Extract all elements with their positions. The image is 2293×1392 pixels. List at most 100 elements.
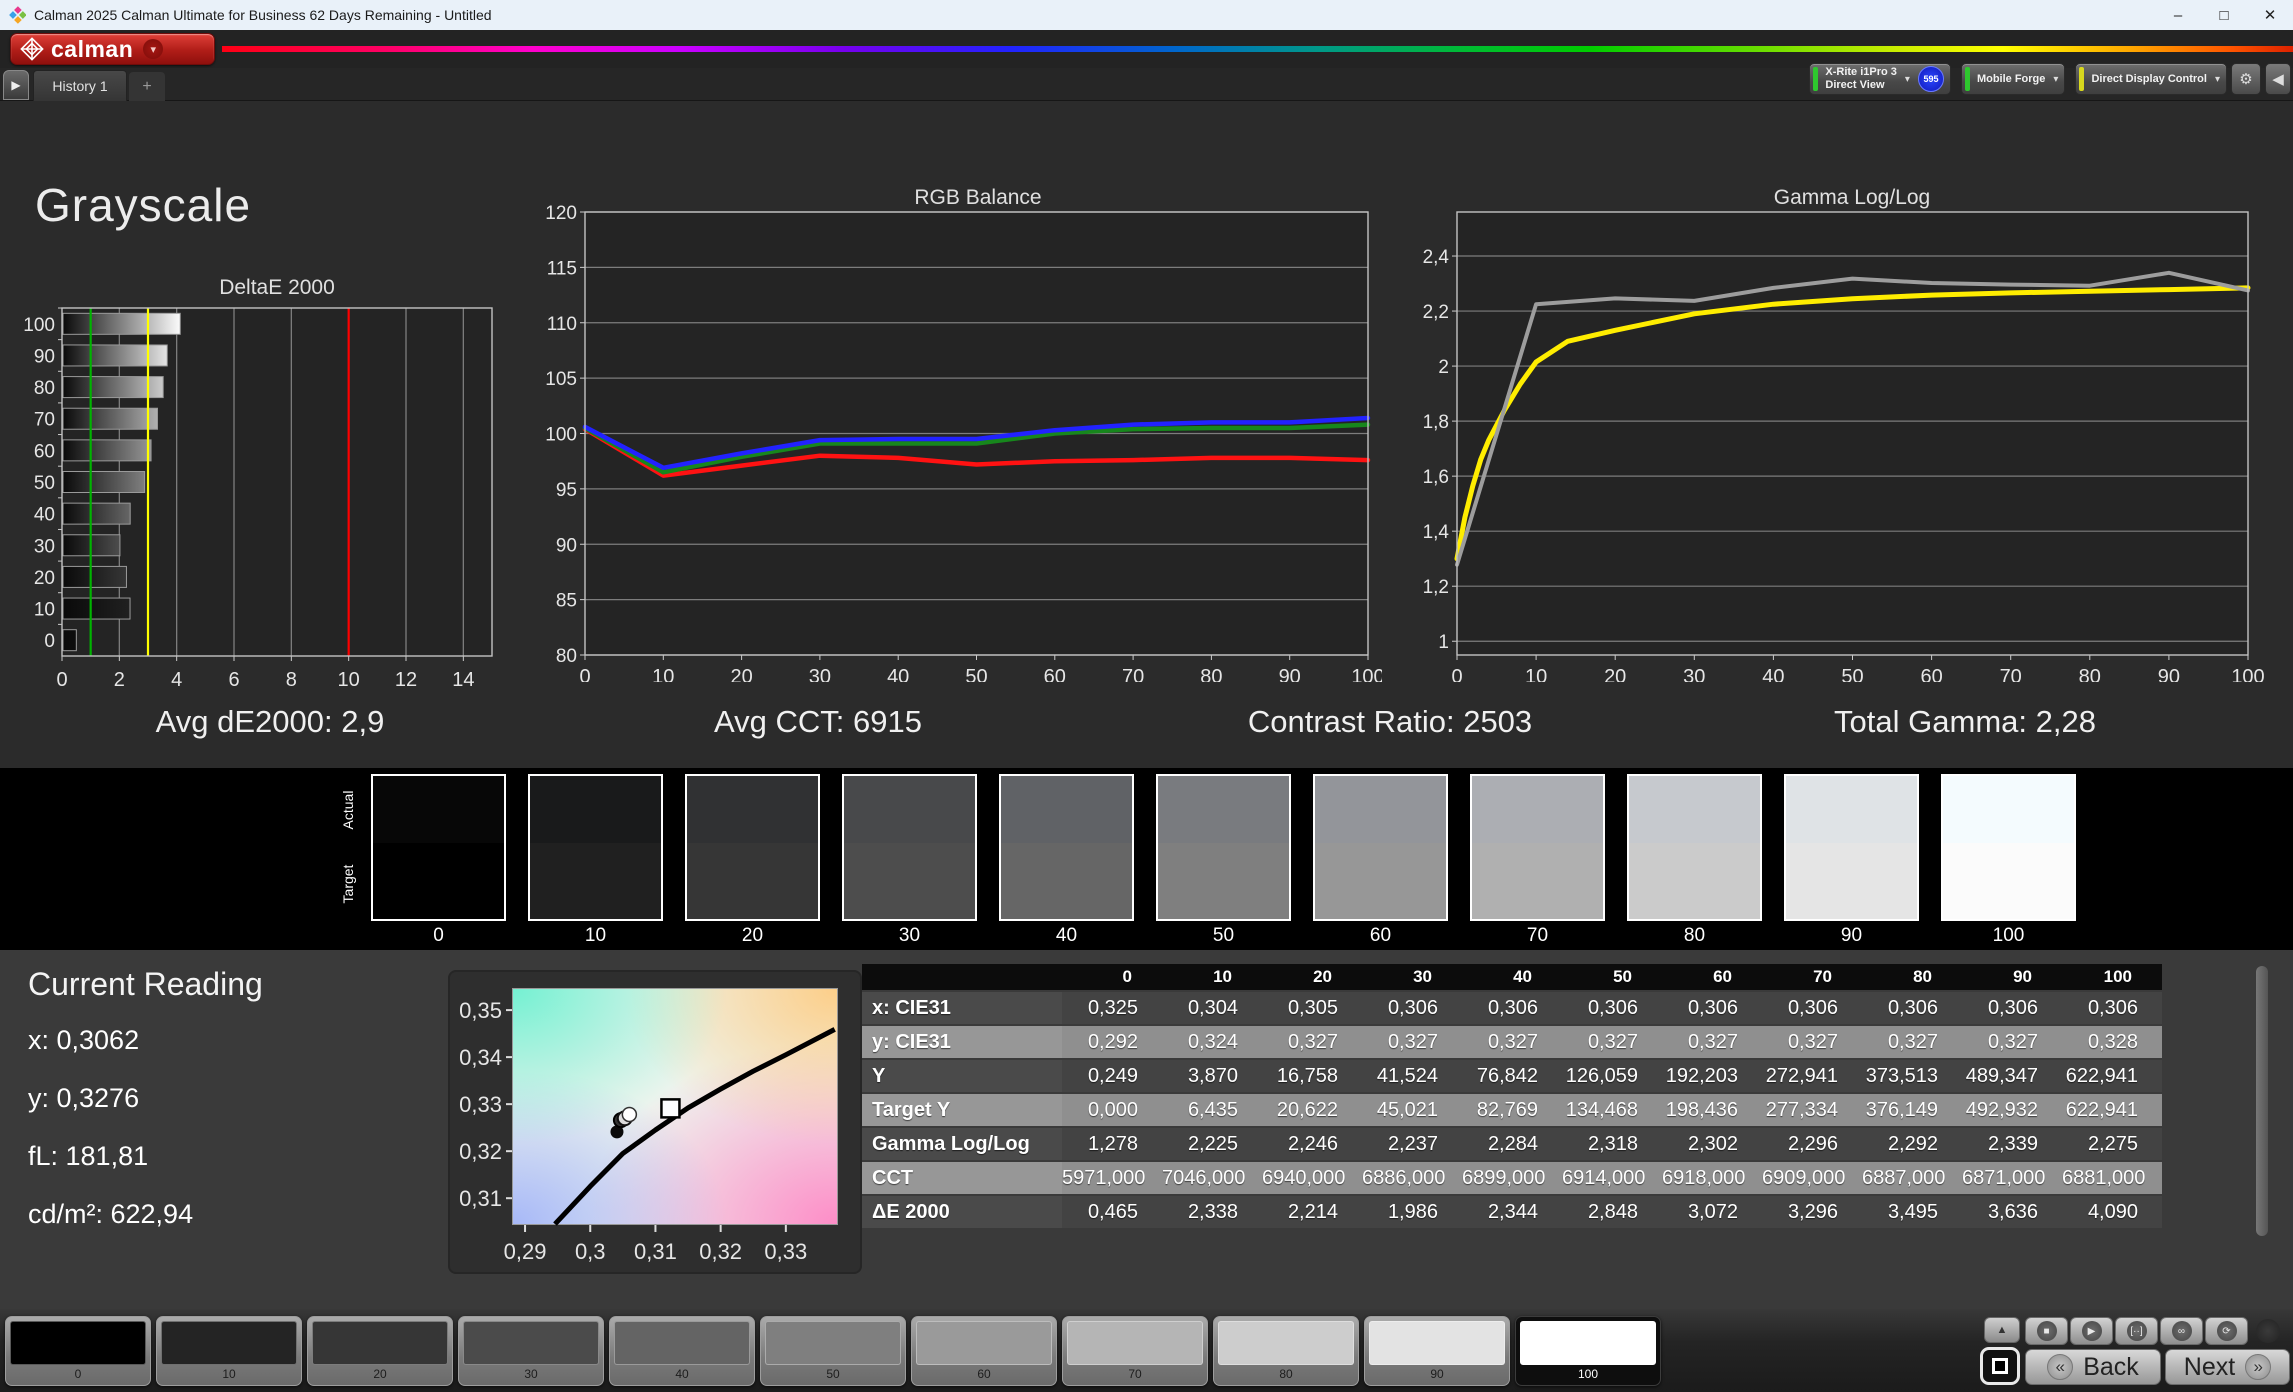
table-cell: 41,524 [1362,1060,1462,1092]
pattern-patch-30[interactable]: 30 [458,1316,604,1386]
pattern-patch-0[interactable]: 0 [5,1316,151,1386]
settings-gear-button[interactable]: ⚙ [2231,63,2261,95]
add-tab-button[interactable]: + [129,72,165,101]
stop-button[interactable]: ■ [2025,1317,2068,1345]
table-scrollbar[interactable] [2256,966,2268,1236]
table-cell: 277,334 [1762,1094,1862,1126]
refresh-button[interactable]: ⟳ [2205,1317,2248,1345]
svg-text:40: 40 [887,666,909,682]
table-cell: 6871,000 [1962,1162,2062,1194]
cie-chart-panel: 0,310,320,330,340,350,290,30,310,320,33 [450,972,860,1272]
pattern-patch-20[interactable]: 20 [307,1316,453,1386]
table-cell: 6,435 [1162,1094,1262,1126]
table-cell: 2,338 [1162,1196,1262,1228]
reading-section: Current Reading x: 0,3062 y: 0,3276 fL: … [0,950,2293,1309]
window-titlebar: Calman 2025 Calman Ultimate for Business… [0,0,2293,30]
pattern-window-button[interactable] [1980,1347,2020,1385]
grayscale-swatch-60: 60 [1313,774,1448,947]
rainbow-spectrum-bar [222,46,2293,52]
svg-text:20: 20 [1604,666,1626,682]
table-cell: 0,327 [1662,1026,1762,1058]
table-cell: 0,306 [1562,992,1662,1024]
minimize-button[interactable]: – [2155,0,2201,30]
table-cell: 2,848 [1562,1196,1662,1228]
pattern-patch-10[interactable]: 10 [156,1316,302,1386]
chevron-down-icon: ▾ [2215,74,2220,85]
table-cell: 0,465 [1062,1196,1162,1228]
table-cell: 6914,000 [1562,1162,1662,1194]
table-cell: 0,292 [1062,1026,1162,1058]
tab-history-1[interactable]: History 1 [33,70,127,101]
row-label: x: CIE31 [862,992,1062,1024]
pattern-patch-100[interactable]: 100 [1515,1316,1661,1386]
table-cell: 0,306 [1862,992,1962,1024]
table-cell: 20,622 [1262,1094,1362,1126]
calman-diamond-icon [19,37,45,61]
play-button[interactable]: ▶ [2070,1317,2113,1345]
grayscale-swatch-50: 50 [1156,774,1291,947]
pattern-patch-70[interactable]: 70 [1062,1316,1208,1386]
svg-text:2,2: 2,2 [1423,302,1449,323]
next-button[interactable]: Next » [2165,1349,2290,1385]
grayscale-swatch-70: 70 [1470,774,1605,947]
svg-text:60: 60 [1044,666,1066,682]
column-header-30: 30 [1362,964,1462,990]
meter-dropdown-xrite[interactable]: X-Rite i1Pro 3 Direct View ▾ 595 [1809,63,1951,95]
svg-text:100: 100 [1351,666,1382,682]
table-cell: 4,090 [2062,1196,2162,1228]
svg-text:0,33: 0,33 [764,1239,807,1264]
back-button[interactable]: « Back [2025,1349,2161,1385]
pattern-patch-90[interactable]: 90 [1364,1316,1510,1386]
table-cell: 1,278 [1062,1128,1162,1160]
table-cell: 2,214 [1262,1196,1362,1228]
table-cell: 0,324 [1162,1026,1262,1058]
table-cell: 0,305 [1262,992,1362,1024]
page-title: Grayscale [35,178,251,232]
grayscale-swatch-strip: Actual Target 0102030405060708090100 [0,768,2293,950]
table-cell: 0,249 [1062,1060,1162,1092]
pattern-patch-60[interactable]: 60 [911,1316,1057,1386]
table-cell: 2,246 [1262,1128,1362,1160]
pattern-patch-80[interactable]: 80 [1213,1316,1359,1386]
collapse-panel-button[interactable]: ◀ [2265,63,2291,95]
table-row: y: CIE310,2920,3240,3270,3270,3270,3270,… [862,1026,2162,1058]
pattern-patch-50[interactable]: 50 [760,1316,906,1386]
svg-text:30: 30 [809,666,831,682]
meter-count-badge[interactable]: 595 [1918,66,1944,92]
svg-text:115: 115 [547,258,577,279]
table-cell: 0,306 [1662,992,1762,1024]
svg-text:50: 50 [1841,666,1863,682]
column-header-60: 60 [1662,964,1762,990]
expand-pattern-options-button[interactable]: ▲ [1984,1317,2020,1343]
meter-dropdown-mobile-forge[interactable]: Mobile Forge ▾ [1961,63,2065,95]
svg-text:70: 70 [34,410,55,431]
column-header-80: 80 [1862,964,1962,990]
svg-text:10: 10 [34,600,55,621]
table-cell: 6881,000 [2062,1162,2162,1194]
pattern-patch-40[interactable]: 40 [609,1316,755,1386]
read-series-button[interactable]: [··] [2115,1317,2158,1345]
meter-status-strip [1965,67,1970,91]
current-reading-heading: Current Reading [28,966,448,1003]
table-cell: 0,327 [1262,1026,1362,1058]
table-cell: 6909,000 [1762,1162,1862,1194]
swatch-row: 0102030405060708090100 [371,774,2076,947]
svg-text:70: 70 [2000,666,2022,682]
table-cell: 622,941 [2062,1094,2162,1126]
calman-menu-button[interactable]: calman ▾ [10,33,215,65]
refresh-icon: ⟳ [2217,1321,2237,1341]
maximize-button[interactable]: □ [2201,0,2247,30]
grayscale-swatch-40: 40 [999,774,1134,947]
measurement-table: 0102030405060708090100x: CIE310,3250,304… [862,962,2162,1230]
meter-dropdown-direct-display[interactable]: Direct Display Control ▾ [2075,63,2227,95]
svg-text:0,29: 0,29 [504,1239,547,1264]
table-row: x: CIE310,3250,3040,3050,3060,3060,3060,… [862,992,2162,1024]
continuous-read-button[interactable]: ∞ [2160,1317,2203,1345]
tab-scroll-button[interactable]: ▶ [3,70,29,100]
stat-avg-de2000: Avg dE2000: 2,9 [156,704,385,740]
table-cell: 2,292 [1862,1128,1962,1160]
close-button[interactable]: ✕ [2247,0,2293,30]
gamma-line-chart: 11,21,41,61,822,22,401020304050607080901… [1414,204,2266,682]
reading-x: x: 0,3062 [28,1025,448,1056]
table-cell: 622,941 [2062,1060,2162,1092]
